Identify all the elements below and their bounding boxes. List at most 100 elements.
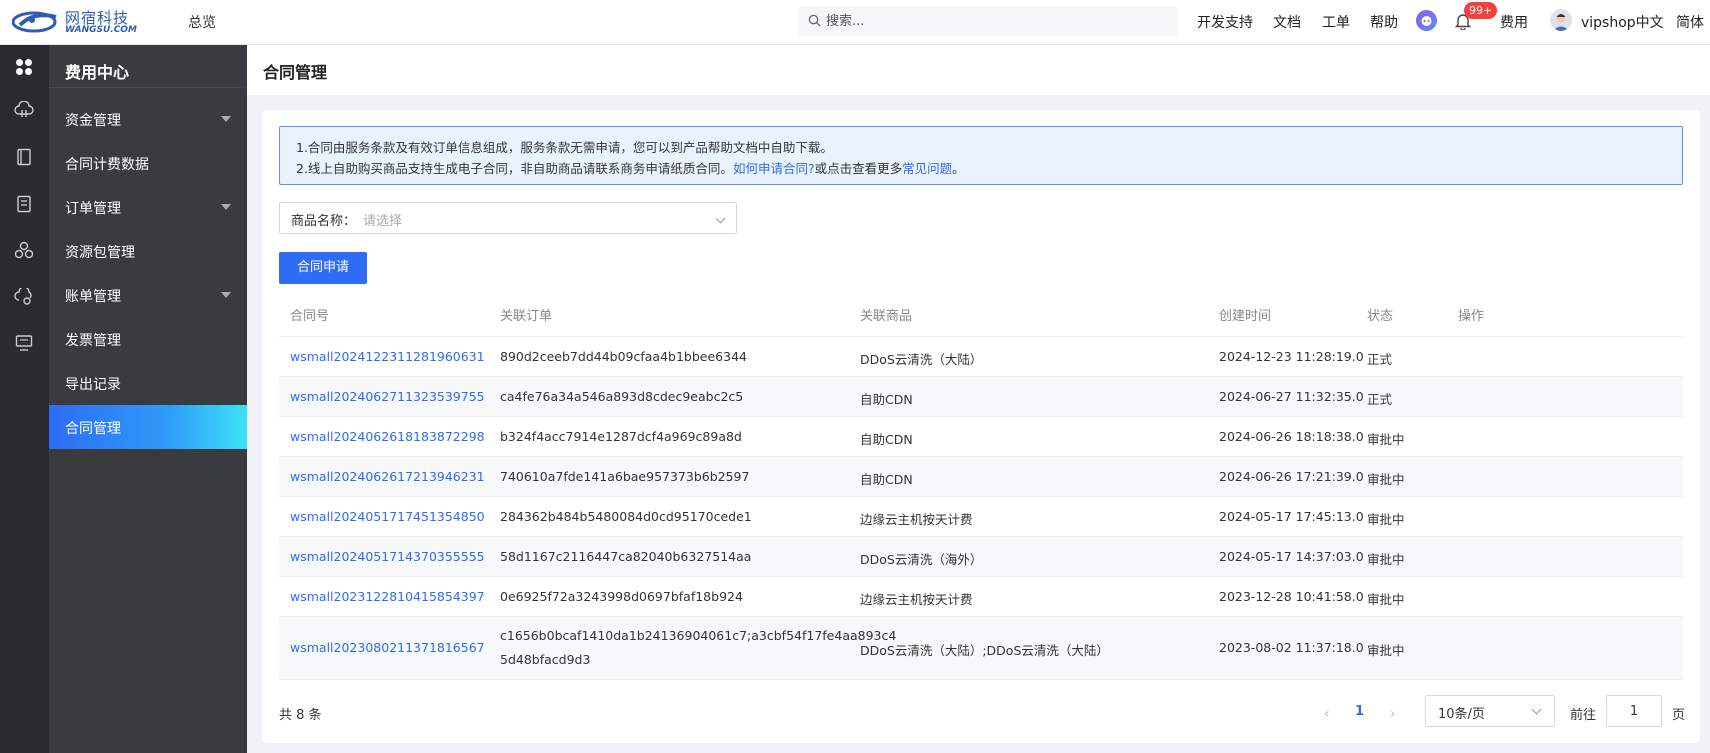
table-row: wsmall2024062617213946231 740610a7fde141… [279, 457, 1683, 497]
created-cell: 2024-06-26 18:18:38.0 [1219, 429, 1364, 444]
contract-id-link[interactable]: wsmall2024122311281960631 [290, 349, 485, 364]
sidebar-item-label: 资金管理 [65, 113, 121, 129]
content-card: 1.合同由服务条款及有效订单信息组成，服务条款无需申请，您可以到产品帮助文档中自… [262, 110, 1700, 743]
chevron-down-icon [1531, 704, 1542, 715]
how-to-apply-link[interactable]: 如何申请合同? [733, 161, 815, 176]
contract-id-link[interactable]: wsmall2024062711323539755 [290, 389, 485, 404]
sidebar-item-orders[interactable]: 订单管理 [49, 185, 247, 229]
rail-item-document[interactable] [12, 192, 36, 216]
status-cell: 审批中 [1367, 592, 1405, 607]
sidebar-item-exports[interactable]: 导出记录 [49, 361, 247, 405]
faq-link[interactable]: 常见问题 [902, 161, 952, 176]
rail-item-monitor[interactable] [12, 331, 36, 355]
sidebar-item-contracts[interactable]: 合同管理 [49, 405, 247, 449]
search-input[interactable] [826, 12, 1156, 30]
sidebar-item-label: 导出记录 [65, 377, 121, 393]
sidebar-item-label: 订单管理 [65, 201, 121, 217]
column-header: 操作 [1458, 309, 1485, 324]
created-cell: 2024-05-17 17:45:13.0 [1219, 509, 1364, 524]
sidebar-item-label: 合同管理 [65, 421, 121, 437]
status-cell: 正式 [1367, 392, 1393, 407]
order-cell: 284362b484b5480084d0cd95170cede1 [500, 509, 752, 524]
sidebar-item-label: 资源包管理 [65, 245, 135, 261]
column-header: 合同号 [290, 309, 330, 324]
created-cell: 2023-08-02 11:37:18.0 [1219, 640, 1364, 655]
sidebar-item-label: 合同计费数据 [65, 157, 149, 173]
chevron-left-icon[interactable]: ‹ [1324, 706, 1330, 722]
sidebar-item-invoices[interactable]: 发票管理 [49, 317, 247, 361]
page-number-current[interactable]: 1 [1355, 704, 1364, 719]
order-cell: 740610a7fde141a6bae957373b6b2597 [500, 469, 750, 484]
product-cell: DDoS云清洗（大陆） [860, 352, 983, 367]
nav-dev-support[interactable]: 开发支持 [1197, 12, 1253, 32]
page-size-select[interactable]: 10条/页 [1425, 695, 1555, 727]
product-cell: 边缘云主机按天计费 [860, 592, 973, 607]
chevron-down-icon [715, 213, 726, 224]
sidebar-item-bills[interactable]: 账单管理 [49, 273, 247, 317]
sidebar-item-resource-packs[interactable]: 资源包管理 [49, 229, 247, 273]
product-cell: DDoS云清洗（大陆）;DDoS云清洗（大陆） [860, 643, 1109, 658]
product-cell: 自助CDN [860, 392, 913, 407]
goto-page-input[interactable] [1606, 695, 1662, 727]
product-name-select[interactable]: 商品名称： 请选择 [279, 202, 737, 234]
nav-billing[interactable]: 费用 [1500, 12, 1528, 32]
order-cell: 0e6925f72a3243998d0697bfaf18b924 [500, 589, 743, 604]
contract-id-link[interactable]: wsmall2024062618183872298 [290, 429, 485, 444]
table-row: wsmall2023080211371816567 c1656b0bcaf141… [279, 617, 1683, 680]
nav-tickets[interactable]: 工单 [1322, 12, 1350, 32]
column-header: 状态 [1367, 309, 1394, 324]
status-cell: 审批中 [1367, 472, 1405, 487]
product-rail [0, 45, 49, 753]
top-bar: 网宿科技 WANGSU.COM 总览 开发支持 文档 工单 帮助 99+ 费用 … [0, 0, 1710, 45]
sidebar-item-label: 账单管理 [65, 289, 121, 305]
rail-item-book[interactable] [12, 145, 36, 169]
sidebar-item-funds[interactable]: 资金管理 [49, 97, 247, 141]
status-cell: 正式 [1367, 352, 1393, 367]
apply-contract-button[interactable]: 合同申请 [279, 252, 367, 284]
column-header: 关联订单 [500, 309, 553, 324]
order-cell-continued: 5d48bfacd9d3 [500, 652, 591, 667]
overview-link[interactable]: 总览 [188, 12, 216, 32]
logo-mark-icon [12, 11, 57, 33]
product-cell: DDoS云清洗（海外） [860, 552, 983, 567]
search-box[interactable] [798, 6, 1178, 36]
assistant-icon[interactable] [1416, 10, 1437, 31]
sidebar: 费用中心 资金管理 合同计费数据 订单管理 资源包管理 账单管理 发票管理 导出… [49, 45, 247, 753]
logo[interactable]: 网宿科技 WANGSU.COM [12, 7, 152, 37]
status-cell: 审批中 [1367, 643, 1405, 658]
caret-down-icon [221, 204, 231, 210]
table-row: wsmall2024051714370355555 58d1167c211644… [279, 537, 1683, 577]
product-cell: 自助CDN [860, 432, 913, 447]
contract-id-link[interactable]: wsmall2024062617213946231 [290, 469, 485, 484]
created-cell: 2024-05-17 14:37:03.0 [1219, 549, 1364, 564]
column-header: 创建时间 [1219, 309, 1272, 324]
created-cell: 2024-12-23 11:28:19.0 [1219, 349, 1364, 364]
bot-face-icon [1421, 16, 1432, 26]
contract-id-link[interactable]: wsmall2024051717451354850 [290, 509, 485, 524]
contract-id-link[interactable]: wsmall2024051714370355555 [290, 549, 485, 564]
contract-id-link[interactable]: wsmall2023122810415854397 [290, 589, 485, 604]
rail-item-cubes[interactable] [12, 238, 36, 262]
nav-docs[interactable]: 文档 [1273, 12, 1301, 32]
cloud-link-icon [14, 288, 32, 305]
username[interactable]: vipshop中文 [1581, 12, 1664, 32]
logo-text-en: WANGSU.COM [65, 25, 137, 35]
sidebar-item-contract-billing[interactable]: 合同计费数据 [49, 141, 247, 185]
rail-item-cloud-link[interactable] [12, 285, 36, 309]
chevron-right-icon[interactable]: › [1390, 706, 1396, 722]
caret-down-icon [221, 292, 231, 298]
notice-text: 。 [952, 161, 965, 176]
status-cell: 审批中 [1367, 552, 1405, 567]
user-avatar-icon [1553, 13, 1569, 31]
table-row: wsmall2024051717451354850 284362b484b548… [279, 497, 1683, 537]
avatar[interactable] [1550, 9, 1572, 31]
rail-item-overview[interactable] [12, 55, 36, 79]
total-count: 共 8 条 [279, 708, 322, 723]
sidebar-divider [49, 87, 247, 88]
rail-item-cloud[interactable] [12, 98, 36, 122]
sidebar-item-label: 发票管理 [65, 333, 121, 349]
language-switch[interactable]: 简体 [1676, 12, 1704, 32]
nav-help[interactable]: 帮助 [1370, 12, 1398, 32]
cloud-icon [14, 101, 34, 117]
contract-id-link[interactable]: wsmall2023080211371816567 [290, 640, 485, 655]
